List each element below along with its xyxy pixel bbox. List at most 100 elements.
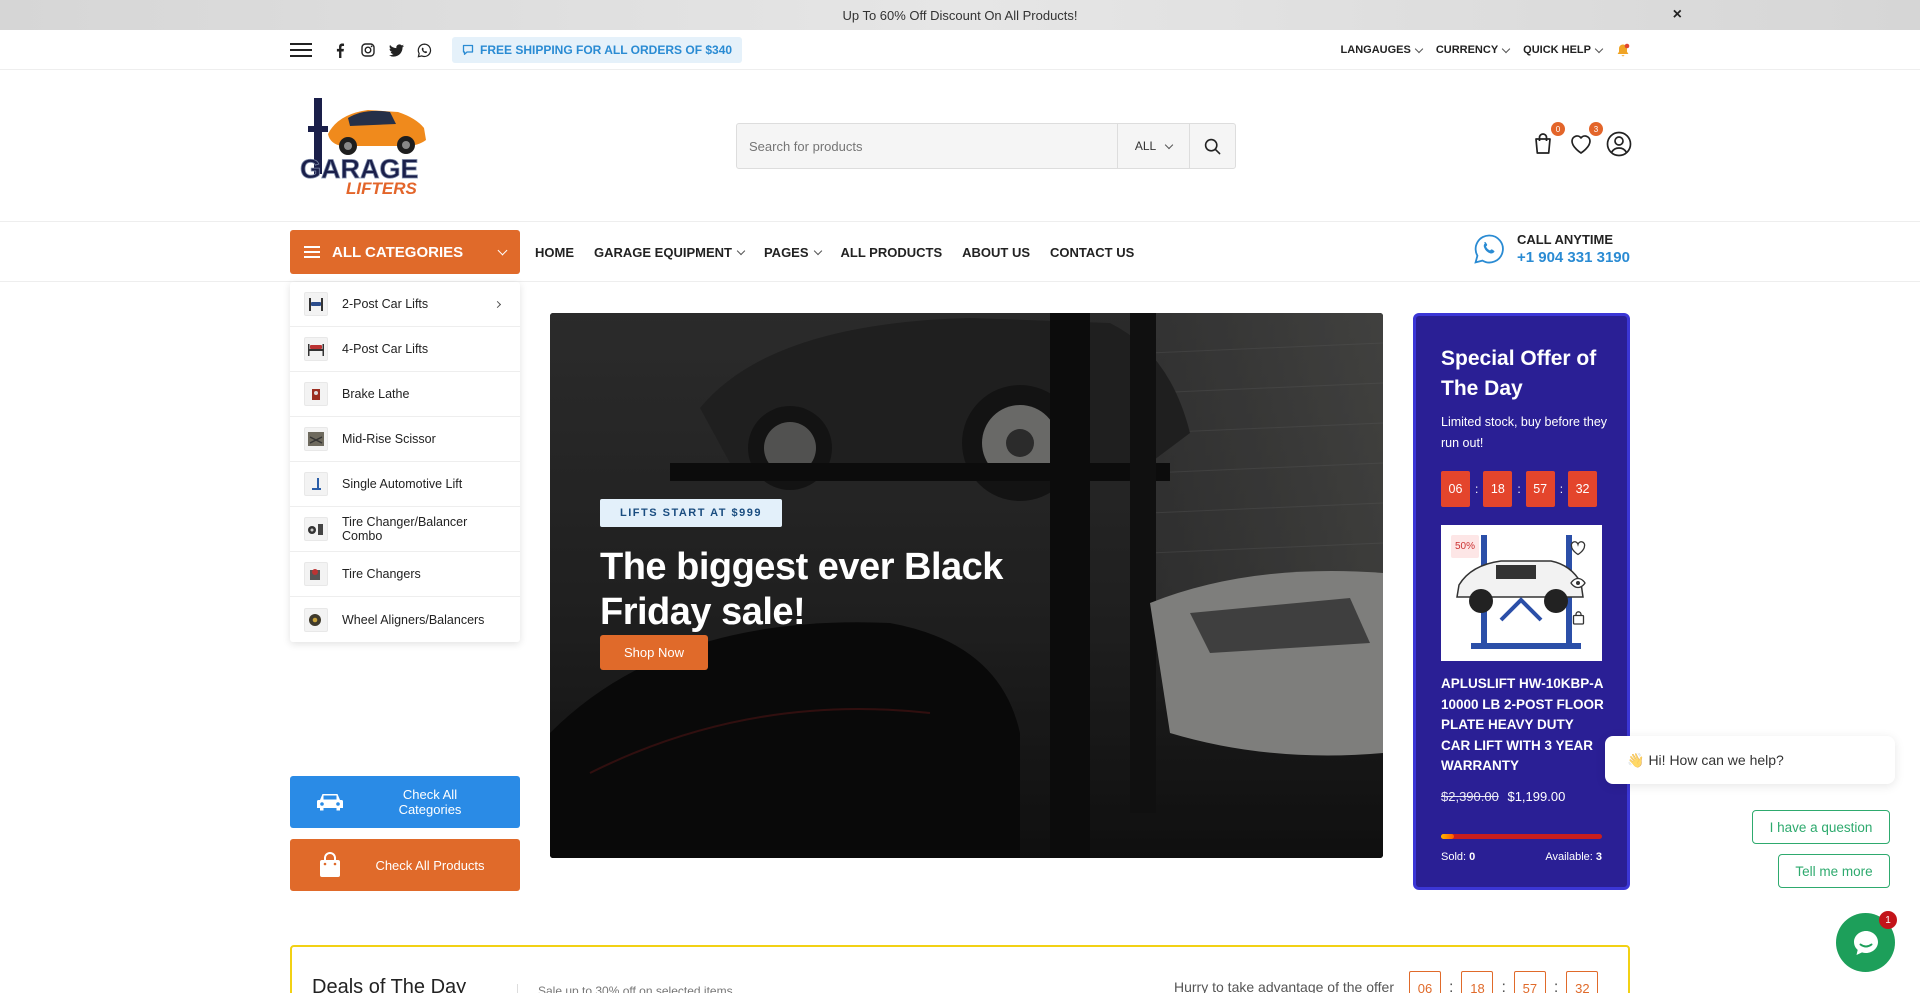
countdown-minutes: 18 bbox=[1461, 971, 1494, 993]
shop-now-button[interactable]: Shop Now bbox=[600, 635, 708, 670]
chevron-down-icon bbox=[813, 246, 822, 255]
utility-bar: FREE SHIPPING FOR ALL ORDERS OF $340 LAN… bbox=[0, 30, 1920, 70]
chat-launcher-button[interactable]: 1 bbox=[1836, 911, 1897, 972]
nav-pages[interactable]: PAGES bbox=[764, 245, 822, 260]
shipping-badge: FREE SHIPPING FOR ALL ORDERS OF $340 bbox=[452, 37, 743, 63]
logo-subtext: LIFTERS bbox=[346, 179, 417, 198]
countdown-hours: 06 bbox=[1441, 471, 1470, 507]
search-input[interactable] bbox=[737, 124, 1117, 168]
twitter-icon[interactable] bbox=[388, 42, 404, 58]
car-lift-thumbnail bbox=[304, 337, 328, 361]
offer-countdown: 06: 18: 57: 32 bbox=[1441, 471, 1598, 507]
category-item[interactable]: Brake Lathe bbox=[290, 372, 520, 417]
chat-bubble-icon bbox=[462, 44, 474, 55]
category-item[interactable]: 4-Post Car Lifts bbox=[290, 327, 520, 372]
cart-icon[interactable]: 0 bbox=[1529, 122, 1565, 158]
wishlist-icon[interactable]: 3 bbox=[1567, 122, 1603, 158]
offer-product-name[interactable]: APLUSLIFT HW-10KBP-A 10000 LB 2-POST FLO… bbox=[1441, 674, 1606, 777]
category-item[interactable]: Tire Changer/Balancer Combo bbox=[290, 507, 520, 552]
countdown-frames: 32 bbox=[1568, 471, 1598, 507]
new-price: $1,199.00 bbox=[1507, 789, 1566, 804]
all-categories-button[interactable]: ALL CATEGORIES bbox=[290, 230, 520, 274]
nav-contact-us[interactable]: CONTACT US bbox=[1050, 245, 1134, 260]
nav-all-products[interactable]: ALL PRODUCTS bbox=[841, 245, 943, 260]
check-all-products-button[interactable]: Check All Products bbox=[290, 839, 520, 891]
chat-bubble-icon bbox=[1853, 930, 1878, 955]
cart-count-badge: 0 bbox=[1551, 122, 1565, 136]
announcement-bar: Up To 60% Off Discount On All Products! … bbox=[0, 0, 1920, 30]
wheel-aligner-thumbnail bbox=[304, 607, 328, 632]
chevron-down-icon bbox=[1414, 44, 1424, 53]
site-logo[interactable]: GARAGE LIFTERS bbox=[298, 96, 430, 202]
wishlist-count-badge: 3 bbox=[1589, 122, 1603, 136]
nav-about-us[interactable]: ABOUT US bbox=[962, 245, 1030, 260]
primary-nav: HOME GARAGE EQUIPMENT PAGES ALL PRODUCTS… bbox=[535, 222, 1134, 282]
car-icon bbox=[317, 794, 343, 811]
sale-badge: 50% bbox=[1451, 535, 1480, 558]
announcement-text: Up To 60% Off Discount On All Products! bbox=[842, 7, 1078, 23]
chevron-right-icon bbox=[493, 300, 502, 308]
deals-title: Deals of The Day bbox=[312, 976, 467, 993]
countdown-frames: 32 bbox=[1566, 971, 1599, 993]
account-icon[interactable] bbox=[1605, 130, 1633, 158]
tell-me-more-button[interactable]: Tell me more bbox=[1778, 854, 1890, 888]
promo-pill: LIFTS START AT $999 bbox=[600, 499, 782, 527]
scissor-lift-thumbnail bbox=[304, 427, 328, 451]
nav-home[interactable]: HOME bbox=[535, 245, 574, 260]
check-all-categories-button[interactable]: Check All Categories bbox=[290, 776, 520, 828]
search-category-select[interactable]: ALL bbox=[1117, 124, 1189, 168]
call-label: CALL ANYTIME bbox=[1516, 232, 1614, 247]
chat-greeting-bubble: 👋 Hi! How can we help? bbox=[1605, 736, 1895, 784]
old-price: $2,390.00 bbox=[1441, 789, 1499, 804]
category-item[interactable]: Single Automotive Lift bbox=[290, 462, 520, 507]
deals-countdown: 06: 18: 57: 32 bbox=[1409, 971, 1599, 993]
heart-icon[interactable] bbox=[1570, 541, 1586, 556]
search-bar: ALL bbox=[736, 123, 1236, 169]
notification-bell-icon[interactable] bbox=[1616, 43, 1630, 58]
call-info[interactable]: CALL ANYTIME +1 904 331 3190 bbox=[1473, 232, 1630, 266]
hero-headline: The biggest ever Black Friday sale! bbox=[600, 546, 1003, 633]
offer-subtitle: Limited stock, buy before they run out! bbox=[1441, 415, 1608, 450]
stock-progress-fill bbox=[1441, 834, 1454, 839]
viber-icon[interactable] bbox=[416, 42, 432, 58]
tire-changer-thumbnail bbox=[304, 517, 328, 541]
chevron-down-icon bbox=[1594, 44, 1604, 53]
site-header: GARAGE LIFTERS ALL 0 3 bbox=[0, 70, 1920, 222]
close-icon[interactable]: × bbox=[1673, 6, 1682, 24]
available-count: 3 bbox=[1595, 851, 1602, 863]
instagram-icon[interactable] bbox=[360, 42, 376, 58]
offer-product-image[interactable]: 50% bbox=[1441, 525, 1602, 661]
search-button[interactable] bbox=[1189, 124, 1235, 168]
category-item[interactable]: 2-Post Car Lifts bbox=[290, 282, 520, 327]
facebook-icon[interactable] bbox=[332, 42, 348, 58]
i-have-a-question-button[interactable]: I have a question bbox=[1752, 810, 1890, 844]
hero-banner: LIFTS START AT $999 The biggest ever Bla… bbox=[550, 313, 1383, 858]
category-item[interactable]: Mid-Rise Scissor bbox=[290, 417, 520, 462]
hamburger-menu-icon[interactable] bbox=[290, 43, 312, 57]
call-number[interactable]: +1 904 331 3190 bbox=[1517, 249, 1630, 266]
eye-icon[interactable] bbox=[1570, 577, 1586, 589]
shopping-bag-icon[interactable] bbox=[1572, 611, 1585, 625]
countdown-seconds: 57 bbox=[1525, 471, 1555, 507]
quick-help-dropdown[interactable]: QUICK HELP bbox=[1523, 44, 1604, 56]
wave-emoji-icon: 👋 bbox=[1627, 751, 1645, 768]
deals-subtitle: Sale up to 30% off on selected items bbox=[517, 984, 733, 993]
countdown-hours: 06 bbox=[1409, 971, 1441, 993]
countdown-seconds: 57 bbox=[1513, 971, 1546, 993]
category-item[interactable]: Wheel Aligners/Balancers bbox=[290, 597, 520, 642]
single-lift-thumbnail bbox=[304, 472, 328, 496]
brake-lathe-thumbnail bbox=[304, 382, 328, 406]
chevron-down-icon bbox=[1501, 44, 1511, 53]
main-navbar: ALL CATEGORIES HOME GARAGE EQUIPMENT PAG… bbox=[0, 222, 1920, 282]
phone-icon bbox=[1474, 234, 1504, 264]
nav-garage-equipment[interactable]: GARAGE EQUIPMENT bbox=[594, 245, 746, 260]
currency-dropdown[interactable]: CURRENCY bbox=[1436, 44, 1511, 56]
shopping-bag-icon bbox=[320, 852, 340, 877]
chevron-down-icon bbox=[1164, 140, 1174, 149]
category-item[interactable]: Tire Changers bbox=[290, 552, 520, 597]
offer-title: Special Offer of The Day bbox=[1441, 347, 1597, 400]
tire-changer-thumbnail bbox=[304, 562, 328, 586]
deals-of-the-day-section: Deals of The Day Sale up to 30% off on s… bbox=[290, 945, 1630, 993]
languages-dropdown[interactable]: LANGAUGES bbox=[1341, 44, 1424, 56]
countdown-minutes: 18 bbox=[1483, 471, 1513, 507]
